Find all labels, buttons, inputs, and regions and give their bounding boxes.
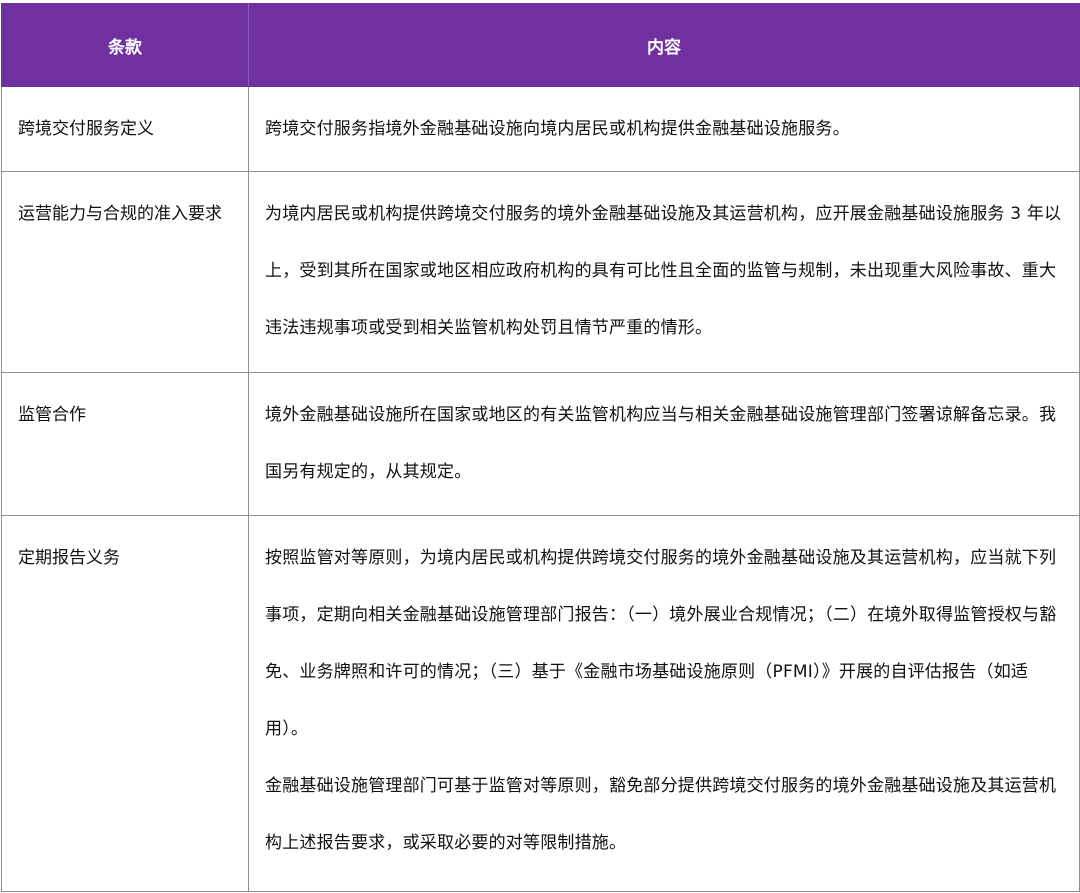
content-paragraph: 金融基础设施管理部门可基于监管对等原则，豁免部分提供跨境交付服务的境外金融基础设… xyxy=(265,776,1057,853)
header-term: 条款 xyxy=(1,3,249,87)
term-cell: 跨境交付服务定义 xyxy=(1,86,249,172)
table-row: 监管合作 境外金融基础设施所在国家或地区的有关监管机构应当与相关金融基础设施管理… xyxy=(1,372,1080,516)
content-cell: 为境内居民或机构提供跨境交付服务的境外金融基础设施及其运营机构，应开展金融基础设… xyxy=(248,171,1080,373)
content-paragraph: 为境内居民或机构提供跨境交付服务的境外金融基础设施及其运营机构，应开展金融基础设… xyxy=(265,204,1062,338)
table-header-row: 条款 内容 xyxy=(1,3,1080,87)
table-row: 定期报告义务 按照监管对等原则，为境内居民或机构提供跨境交付服务的境外金融基础设… xyxy=(1,515,1080,892)
term-cell: 运营能力与合规的准入要求 xyxy=(1,171,249,373)
content-paragraph: 境外金融基础设施所在国家或地区的有关监管机构应当与相关金融基础设施管理部门签署谅… xyxy=(265,405,1057,482)
content-cell: 境外金融基础设施所在国家或地区的有关监管机构应当与相关金融基础设施管理部门签署谅… xyxy=(248,372,1080,516)
header-content: 内容 xyxy=(248,3,1080,87)
content-cell: 跨境交付服务指境外金融基础设施向境内居民或机构提供金融基础设施服务。 xyxy=(248,86,1080,172)
content-paragraph: 按照监管对等原则，为境内居民或机构提供跨境交付服务的境外金融基础设施及其运营机构… xyxy=(265,548,1057,739)
term-cell: 监管合作 xyxy=(1,372,249,516)
table-row: 跨境交付服务定义 跨境交付服务指境外金融基础设施向境内居民或机构提供金融基础设施… xyxy=(1,86,1080,172)
regulation-table: 条款 内容 跨境交付服务定义 跨境交付服务指境外金融基础设施向境内居民或机构提供… xyxy=(1,3,1080,892)
content-paragraph: 跨境交付服务指境外金融基础设施向境内居民或机构提供金融基础设施服务。 xyxy=(265,119,850,139)
content-cell: 按照监管对等原则，为境内居民或机构提供跨境交付服务的境外金融基础设施及其运营机构… xyxy=(248,515,1080,892)
table-row: 运营能力与合规的准入要求 为境内居民或机构提供跨境交付服务的境外金融基础设施及其… xyxy=(1,171,1080,373)
term-cell: 定期报告义务 xyxy=(1,515,249,892)
